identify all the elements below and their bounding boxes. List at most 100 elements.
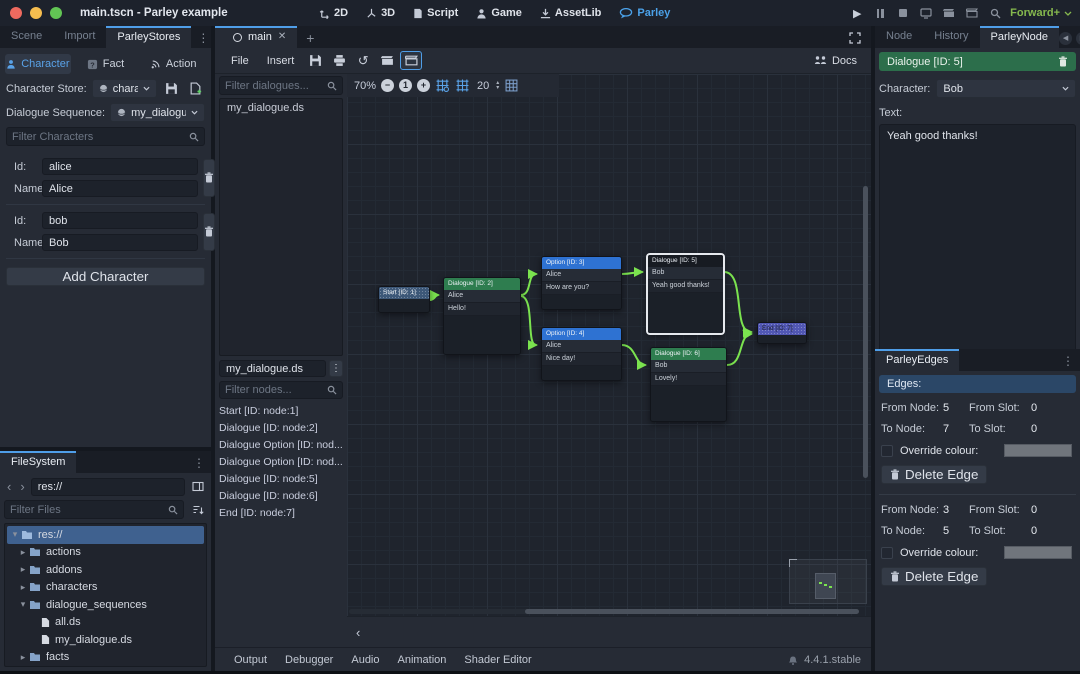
collapse-arrow-icon[interactable]: ▾ xyxy=(10,529,20,540)
graph-edge[interactable] xyxy=(727,334,751,365)
tree-item-dialogue-sequences[interactable]: ▾ dialogue_sequences xyxy=(5,596,206,614)
dialogue-file-item[interactable]: my_dialogue.ds xyxy=(220,99,342,117)
graph-edge[interactable] xyxy=(430,295,438,300)
workspace-parley[interactable]: Parley xyxy=(612,5,677,21)
tab-import[interactable]: Import xyxy=(53,26,106,48)
delete-node-icon[interactable] xyxy=(1058,56,1068,67)
bottom-tab-shader-editor[interactable]: Shader Editor xyxy=(455,654,540,666)
graph-node-option-3[interactable]: Option [ID: 3] Alice How are you? xyxy=(541,256,622,310)
tab-node[interactable]: Node xyxy=(875,26,923,48)
movie-writer-icon[interactable] xyxy=(964,5,980,21)
delete-edge-button[interactable]: Delete Edge xyxy=(881,465,987,484)
zoom-reset-button[interactable]: 1 xyxy=(399,79,412,92)
zoom-out-button[interactable]: − xyxy=(381,79,394,92)
export-icon[interactable] xyxy=(328,51,350,70)
scene-tab-main[interactable]: main ✕ xyxy=(215,26,297,48)
grid-toggle-icon[interactable] xyxy=(455,78,470,93)
tab-filesystem[interactable]: FileSystem xyxy=(0,451,76,473)
graph-edge[interactable] xyxy=(622,272,642,274)
dialogue-graph-canvas[interactable]: 70% − 1 + 20 ▴▾ xyxy=(347,74,871,616)
dock-options-icon[interactable]: ⋮ xyxy=(191,31,215,48)
forward-icon[interactable]: › xyxy=(17,479,27,494)
stop-icon[interactable] xyxy=(895,5,911,21)
node-list-item[interactable]: Dialogue Option [ID: nod... xyxy=(219,437,343,454)
node-list-item[interactable]: Dialogue [ID: node:2] xyxy=(219,420,343,437)
tab-scene[interactable]: Scene xyxy=(0,26,53,48)
test-dialogue-from-node-icon[interactable] xyxy=(400,51,422,70)
delete-character-button[interactable] xyxy=(203,213,215,251)
graph-node-start[interactable]: Start [ID: 1] xyxy=(378,286,430,313)
dock-options-icon[interactable]: ⋮ xyxy=(187,456,211,473)
expand-arrow-icon[interactable]: ▸ xyxy=(18,564,28,575)
play-icon[interactable]: ▶ xyxy=(849,5,865,21)
close-tab-icon[interactable]: ✕ xyxy=(278,28,286,46)
snap-toggle-icon[interactable] xyxy=(435,78,450,93)
colour-swatch[interactable] xyxy=(1004,546,1072,559)
file-menu[interactable]: File xyxy=(223,55,257,67)
minimap-resize-handle[interactable] xyxy=(789,559,797,567)
new-store-button[interactable] xyxy=(186,79,205,98)
undo-icon[interactable]: ↺ xyxy=(352,51,374,70)
dock-options-icon[interactable]: ⋮ xyxy=(1056,354,1080,371)
graph-node-dialogue-5[interactable]: Dialogue [ID: 5] Bob Yeah good thanks! xyxy=(647,254,724,334)
test-dialogue-icon[interactable] xyxy=(376,51,398,70)
workspace-3d[interactable]: 3D xyxy=(359,5,402,21)
remote-debug-icon[interactable] xyxy=(918,5,934,21)
minimap-toggle-icon[interactable] xyxy=(504,78,519,93)
workspace-2d[interactable]: 2D xyxy=(312,5,355,21)
delete-character-button[interactable] xyxy=(203,159,215,197)
graph-node-option-4[interactable]: Option [ID: 4] Alice Nice day! xyxy=(541,327,622,381)
graph-node-end[interactable]: End [ID: 7] xyxy=(757,322,807,344)
dialogue-text-input[interactable]: Yeah good thanks! xyxy=(879,124,1076,353)
filter-characters-input[interactable] xyxy=(12,131,189,143)
override-colour-checkbox[interactable] xyxy=(881,445,893,457)
renderer-selector[interactable]: Forward+ xyxy=(1010,7,1072,19)
filter-files-input[interactable] xyxy=(10,504,168,516)
minimap-viewport[interactable] xyxy=(815,573,836,599)
character-name-input[interactable] xyxy=(42,180,198,197)
history-forward-icon[interactable]: ▶ xyxy=(1076,32,1080,45)
path-field[interactable]: res:// xyxy=(31,478,185,496)
expand-editor-icon[interactable] xyxy=(849,32,871,48)
expand-arrow-icon[interactable]: ▸ xyxy=(18,652,28,663)
graph-edge[interactable] xyxy=(622,345,645,365)
store-tab-fact[interactable]: ? Fact xyxy=(73,54,139,74)
tree-item-all-ds[interactable]: all.ds xyxy=(5,614,206,632)
tab-parleystores[interactable]: ParleyStores xyxy=(106,26,191,48)
close-window-button[interactable] xyxy=(10,7,22,19)
bottom-tab-animation[interactable]: Animation xyxy=(389,654,456,666)
override-colour-checkbox[interactable] xyxy=(881,547,893,559)
delete-edge-button[interactable]: Delete Edge xyxy=(881,567,987,586)
tab-parleyedges[interactable]: ParleyEdges xyxy=(875,349,959,371)
node-list-item[interactable]: Dialogue [ID: node:6] xyxy=(219,488,343,505)
node-list-item[interactable]: End [ID: node:7] xyxy=(219,505,343,522)
character-name-input[interactable] xyxy=(42,234,198,251)
expand-arrow-icon[interactable]: ▸ xyxy=(18,547,28,558)
graph-horizontal-scrollbar-track[interactable] xyxy=(349,609,859,614)
tree-item-characters[interactable]: ▸ characters xyxy=(5,579,206,597)
history-back-icon[interactable]: ◀ xyxy=(1059,32,1072,45)
tree-item-addons[interactable]: ▸ addons xyxy=(5,561,206,579)
graph-edge[interactable] xyxy=(724,272,751,332)
back-icon[interactable]: ‹ xyxy=(4,479,14,494)
notification-bell-icon[interactable] xyxy=(788,654,798,665)
save-store-button[interactable] xyxy=(162,79,181,98)
quick-open-icon[interactable] xyxy=(987,5,1003,21)
graph-minimap[interactable] xyxy=(789,559,867,604)
colour-swatch[interactable] xyxy=(1004,444,1072,457)
insert-menu[interactable]: Insert xyxy=(259,55,303,67)
graph-horizontal-scrollbar[interactable] xyxy=(525,609,859,614)
bottom-tab-audio[interactable]: Audio xyxy=(342,654,388,666)
character-id-input[interactable] xyxy=(42,212,198,229)
graph-node-dialogue-2[interactable]: Dialogue [ID: 2] Alice Hello! xyxy=(443,277,521,355)
split-dock-icon[interactable] xyxy=(188,477,207,496)
collapse-sidebar-icon[interactable]: ‹ xyxy=(347,625,369,640)
store-tab-character[interactable]: Character xyxy=(5,54,71,74)
docs-button[interactable]: Docs xyxy=(808,55,863,67)
bottom-tab-output[interactable]: Output xyxy=(225,654,276,666)
sequence-options-button[interactable]: ⋮ xyxy=(329,360,343,377)
store-tab-action[interactable]: Action xyxy=(140,54,206,74)
sequence-name-field[interactable] xyxy=(219,360,326,377)
workspace-game[interactable]: Game xyxy=(469,5,529,21)
edges-section-header[interactable]: Edges: xyxy=(879,375,1076,393)
